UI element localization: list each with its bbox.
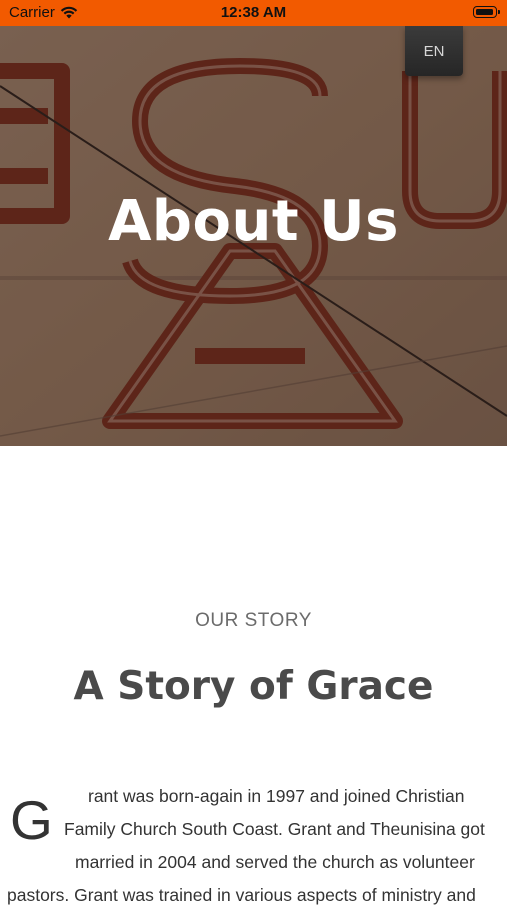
- status-bar: Carrier 12:38 AM: [0, 0, 507, 26]
- battery-icon: [473, 6, 500, 18]
- story-line: married in 2004 and served the church as…: [75, 852, 475, 872]
- hero-banner: About Us EN: [0, 26, 507, 446]
- status-time: 12:38 AM: [220, 4, 287, 21]
- section-title: A Story of Grace: [73, 664, 434, 709]
- section-eyebrow: OUR STORY: [195, 610, 312, 631]
- language-button[interactable]: EN: [405, 26, 463, 76]
- page-title: About Us: [108, 189, 399, 254]
- story-line: rant was born-again in 1997 and joined C…: [88, 786, 465, 806]
- story-line: pastors. Grant was trained in various as…: [7, 885, 476, 905]
- story-line: Family Church South Coast. Grant and The…: [64, 819, 485, 839]
